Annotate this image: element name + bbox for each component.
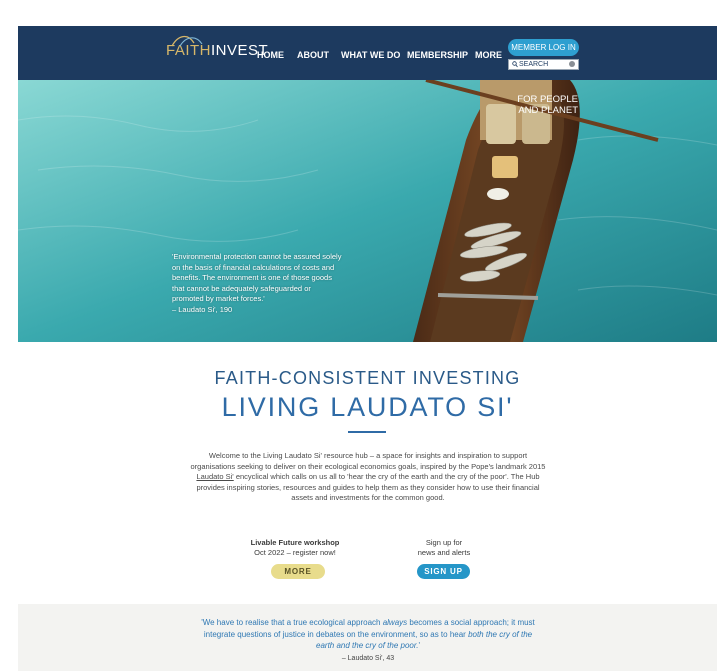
nav-more[interactable]: MORE bbox=[475, 50, 502, 60]
intro-text-start: Welcome to the Living Laudato Si' resour… bbox=[190, 451, 546, 471]
search-placeholder: SEARCH bbox=[519, 61, 549, 68]
nav-what-we-do[interactable]: WHAT WE DO bbox=[341, 50, 400, 60]
more-button[interactable]: MORE bbox=[271, 564, 325, 579]
faithinvest-logo[interactable]: FAITHINVEST bbox=[166, 35, 268, 59]
hero-quote: 'Environmental protection cannot be assu… bbox=[172, 252, 342, 315]
site-header: FAITHINVEST HOME ABOUT WHAT WE DO MEMBER… bbox=[18, 26, 717, 80]
footer-quote-em1: always bbox=[382, 618, 408, 627]
member-login-button[interactable]: MEMBER LOG IN bbox=[508, 39, 579, 56]
footer-quote: 'We have to realise that a true ecologic… bbox=[198, 617, 538, 664]
nav-about[interactable]: ABOUT bbox=[297, 50, 329, 60]
clear-search-icon[interactable] bbox=[569, 61, 575, 67]
hero-banner: FOR PEOPLE AND PLANET 'Environmental pro… bbox=[18, 80, 717, 342]
hero-canoe-image bbox=[18, 80, 717, 342]
footer-quote-part1: 'We have to realise that a true ecologic… bbox=[201, 618, 383, 627]
nav-home[interactable]: HOME bbox=[257, 50, 284, 60]
workshop-subtitle: Oct 2022 – register now! bbox=[254, 548, 336, 557]
hero-quote-cite: – Laudato Si', 190 bbox=[172, 304, 233, 314]
signup-line2: news and alerts bbox=[417, 548, 471, 557]
signup-line1: Sign up for bbox=[425, 538, 463, 547]
section-kicker: FAITH-CONSISTENT INVESTING bbox=[214, 368, 521, 388]
footer-quote-cite: – Laudato Si', 43 bbox=[341, 654, 395, 662]
hero-tagline: FOR PEOPLE AND PLANET bbox=[498, 94, 578, 116]
intro-text-end: encyclical which calls on us all to 'hea… bbox=[196, 472, 540, 502]
workshop-cta: Livable Future workshop Oct 2022 – regis… bbox=[240, 538, 350, 558]
title-divider bbox=[348, 431, 386, 433]
hero-tagline-line2: AND PLANET bbox=[518, 105, 578, 116]
laudato-si-link[interactable]: Laudato Si' bbox=[196, 472, 233, 481]
search-input[interactable]: SEARCH bbox=[508, 59, 579, 70]
search-icon bbox=[512, 61, 518, 68]
intro-paragraph: Welcome to the Living Laudato Si' resour… bbox=[190, 451, 546, 504]
signup-cta: Sign up for news and alerts bbox=[398, 538, 490, 558]
workshop-title: Livable Future workshop bbox=[250, 538, 340, 547]
hero-tagline-line1: FOR PEOPLE bbox=[517, 94, 578, 105]
footer-quote-part3: ' bbox=[418, 641, 420, 650]
page: FAITHINVEST HOME ABOUT WHAT WE DO MEMBER… bbox=[18, 26, 717, 671]
nav-membership[interactable]: MEMBERSHIP bbox=[407, 50, 468, 60]
hero-quote-text: 'Environmental protection cannot be assu… bbox=[172, 252, 342, 303]
sign-up-button[interactable]: SIGN UP bbox=[417, 564, 470, 579]
page-title: LIVING LAUDATO SI' bbox=[221, 392, 514, 422]
logo-arc-icon bbox=[171, 35, 203, 47]
